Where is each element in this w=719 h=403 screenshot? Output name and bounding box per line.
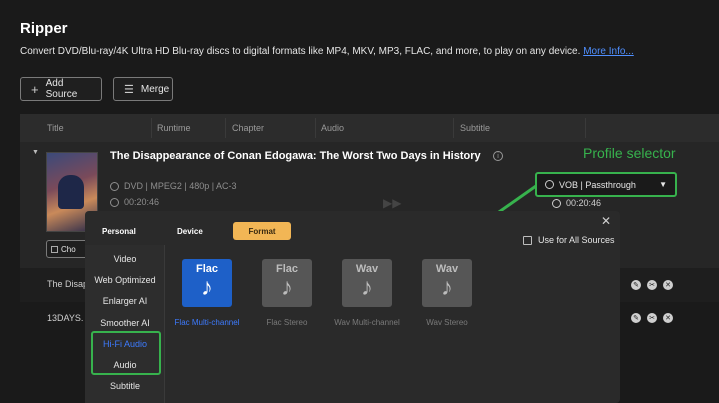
category-enlarger-ai[interactable]: Enlarger AI xyxy=(85,296,165,306)
music-note-icon: ♪ xyxy=(281,274,293,301)
column-runtime: Runtime xyxy=(157,123,191,133)
clock-icon xyxy=(110,197,119,207)
column-title: Title xyxy=(47,123,64,133)
convert-arrow-icon: ▶▶ xyxy=(383,196,402,210)
movie-title: The Disappearance of Conan Edogawa: The … xyxy=(110,150,481,162)
format-flac-multi-channel[interactable]: Flac ♪ xyxy=(182,259,232,307)
merge-button[interactable]: ☰ Merge xyxy=(113,77,173,101)
movie-duration-text: 00:20:46 xyxy=(124,197,160,207)
column-divider xyxy=(453,118,454,138)
cover-figure xyxy=(58,175,84,209)
use-for-all-checkbox[interactable]: Use for All Sources xyxy=(523,235,615,245)
column-divider xyxy=(585,118,586,138)
close-icon[interactable]: ✕ xyxy=(601,214,611,228)
format-label: Flac Multi-channel xyxy=(174,318,240,327)
remove-icon[interactable]: ✕ xyxy=(663,280,673,290)
app-description: Convert DVD/Blu-ray/4K Ultra HD Blu-ray … xyxy=(20,46,634,57)
edit-icon[interactable]: ✎ xyxy=(631,280,641,290)
format-label: Flac Stereo xyxy=(266,318,308,327)
table-header xyxy=(20,114,719,142)
output-duration-text: 00:20:46 xyxy=(566,198,602,208)
movie-meta-text: DVD | MPEG2 | 480p | AC-3 xyxy=(124,181,237,191)
music-note-icon: ♪ xyxy=(441,274,453,301)
music-note-icon: ♪ xyxy=(361,274,373,301)
expand-icon[interactable]: ▼ xyxy=(32,149,39,156)
category-highlight-annotation xyxy=(91,331,161,375)
category-subtitle[interactable]: Subtitle xyxy=(85,381,165,391)
use-for-all-label: Use for All Sources xyxy=(538,235,615,245)
tab-format[interactable]: Format xyxy=(233,222,291,240)
column-chapter: Chapter xyxy=(232,123,265,133)
category-video[interactable]: Video xyxy=(85,254,165,264)
format-wav-multi-channel[interactable]: Wav ♪ xyxy=(342,259,392,307)
column-subtitle: Subtitle xyxy=(460,123,491,133)
add-source-button[interactable]: + Add Source xyxy=(20,77,102,101)
checkbox-box[interactable] xyxy=(523,235,532,245)
description-text: Convert DVD/Blu-ray/4K Ultra HD Blu-ray … xyxy=(20,46,581,57)
column-divider xyxy=(151,118,152,138)
tab-personal[interactable]: Personal xyxy=(102,227,136,236)
app-title: Ripper xyxy=(20,20,68,37)
trim-icon[interactable]: ✂ xyxy=(647,280,657,290)
plus-icon: + xyxy=(31,81,39,97)
movie-meta: DVD | MPEG2 | 480p | AC-3 xyxy=(110,181,237,191)
profile-selector[interactable]: VOB | Passthrough ▼ xyxy=(535,172,677,197)
trim-icon[interactable]: ✂ xyxy=(647,313,657,323)
category-web-optimized[interactable]: Web Optimized xyxy=(85,275,165,285)
info-icon[interactable]: i xyxy=(493,151,503,161)
more-info-link[interactable]: More Info... xyxy=(583,46,634,57)
merge-label: Merge xyxy=(140,83,170,95)
column-divider xyxy=(225,118,226,138)
profile-value: VOB | Passthrough xyxy=(559,179,636,190)
format-label: Wav Stereo xyxy=(426,318,468,327)
category-smoother-ai[interactable]: Smoother AI xyxy=(85,318,165,328)
remove-icon[interactable]: ✕ xyxy=(663,313,673,323)
tab-device[interactable]: Device xyxy=(177,227,203,236)
movie-duration: 00:20:46 xyxy=(110,197,159,207)
format-wav-stereo[interactable]: Wav ♪ xyxy=(422,259,472,307)
disc-icon xyxy=(545,180,554,189)
output-duration: 00:20:46 xyxy=(552,198,601,208)
square-icon xyxy=(51,245,58,253)
profile-selector-annotation: Profile selector xyxy=(583,145,676,161)
music-note-icon: ♪ xyxy=(201,274,213,301)
column-divider xyxy=(315,118,316,138)
edit-icon[interactable]: ✎ xyxy=(631,313,641,323)
clock-icon xyxy=(552,198,561,208)
add-source-label: Add Source xyxy=(45,78,78,100)
chevron-down-icon: ▼ xyxy=(659,180,667,189)
disc-icon xyxy=(110,181,119,191)
row-title: 13DAYS. xyxy=(47,313,84,323)
column-audio: Audio xyxy=(321,123,345,133)
format-label: Wav Multi-channel xyxy=(334,318,400,327)
merge-icon: ☰ xyxy=(124,83,134,96)
choose-label: Cho xyxy=(61,244,76,254)
format-flac-stereo[interactable]: Flac ♪ xyxy=(262,259,312,307)
row-title: The Disap xyxy=(47,279,89,289)
